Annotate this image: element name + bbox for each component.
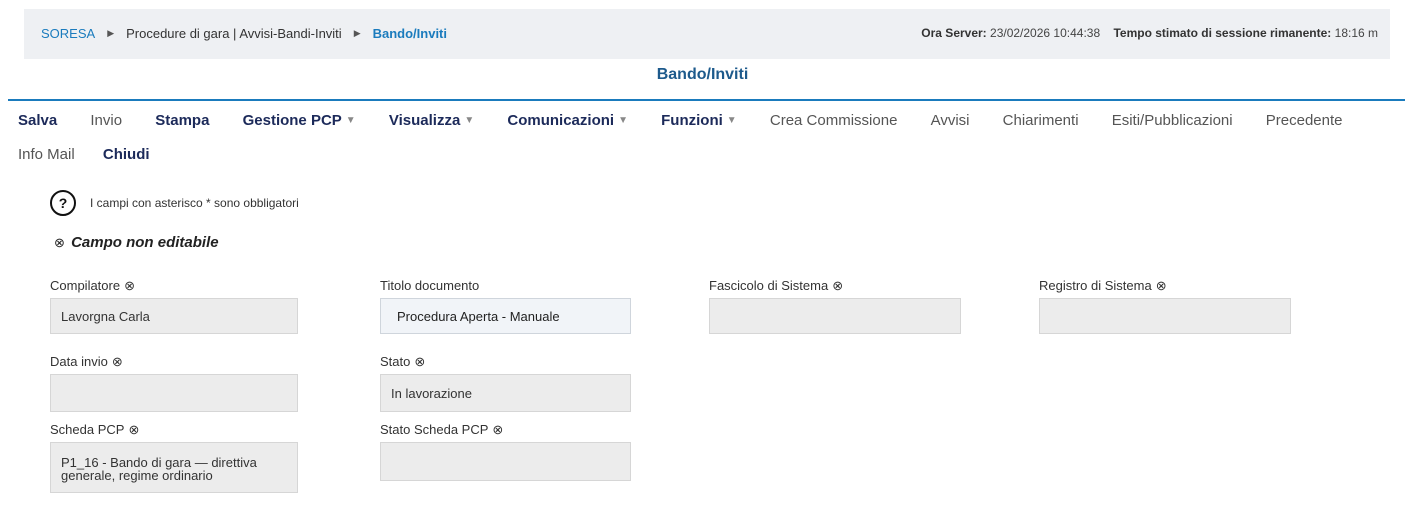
- menu-comunicazioni[interactable]: Comunicazioni ▼: [507, 112, 628, 129]
- fascicolo-label: Fascicolo di Sistema ⊗: [709, 278, 843, 294]
- breadcrumb-current: Bando/Inviti: [372, 26, 447, 41]
- menu-precedente[interactable]: Precedente: [1266, 112, 1343, 129]
- registro-label-text: Registro di Sistema: [1039, 278, 1152, 293]
- titolo-label: Titolo documento: [380, 278, 479, 293]
- menu-gestione-pcp-label: Gestione PCP: [242, 112, 342, 129]
- circle-x-icon: ⊗: [111, 354, 123, 369]
- stato-label-text: Stato: [380, 354, 411, 369]
- breadcrumb: SORESA ▶ Procedure di gara | Avvisi-Band…: [41, 26, 447, 41]
- menu-gestione-pcp[interactable]: Gestione PCP ▼: [243, 112, 356, 129]
- menu-info-mail[interactable]: Info Mail: [18, 146, 75, 163]
- breadcrumb-home[interactable]: SORESA: [41, 26, 95, 41]
- compilatore-label: Compilatore ⊗: [50, 278, 135, 294]
- circle-x-icon: ⊗: [124, 278, 135, 293]
- menu-chiarimenti[interactable]: Chiarimenti: [1003, 112, 1079, 129]
- circle-x-icon: ⊗: [832, 278, 844, 293]
- stato-label: Stato ⊗: [380, 354, 425, 370]
- toolbar-menu: Salva Invio Stampa Gestione PCP ▼ Visuali…: [18, 112, 1372, 129]
- caret-down-icon: ▼: [345, 115, 356, 126]
- menu-funzioni-label: Funzioni: [661, 112, 723, 129]
- fascicolo-field: [709, 298, 961, 334]
- circle-x-icon: ⊗: [414, 354, 426, 369]
- fascicolo-label-text: Fascicolo di Sistema: [709, 278, 829, 293]
- server-time-value: 23/02/2026 10:44:38: [990, 26, 1101, 40]
- top-bar: SORESA ▶ Procedure di gara | Avvisi-Band…: [24, 9, 1390, 59]
- chevron-right-icon: ▶: [107, 28, 115, 38]
- circle-x-icon: ⊗: [54, 235, 65, 250]
- titolo-label-text: Titolo documento: [380, 278, 480, 293]
- registro-field: [1039, 298, 1291, 334]
- breadcrumb-section[interactable]: Procedure di gara | Avvisi-Bandi-Inviti: [126, 26, 342, 41]
- page-title: Bando/Inviti: [656, 66, 749, 83]
- server-info: Ora Server: 23/02/2026 10:44:38 Tempo st…: [921, 26, 1378, 40]
- scheda-pcp-field: P1_16 - Bando di gara — direttiva genera…: [50, 442, 298, 493]
- menu-stampa[interactable]: Stampa: [155, 112, 209, 129]
- compilatore-field: Lavorgna Carla: [50, 298, 298, 334]
- toolbar-menu-row-2: Info Mail Chiudi: [18, 146, 179, 163]
- menu-esiti-pubblicazioni[interactable]: Esiti/Pubblicazioni: [1112, 112, 1233, 129]
- non-editable-legend-text: Campo non editabile: [71, 234, 219, 251]
- menu-invio[interactable]: Invio: [90, 112, 122, 129]
- caret-down-icon: ▼: [726, 115, 737, 126]
- registro-label: Registro di Sistema ⊗: [1039, 278, 1167, 294]
- data-invio-field: [50, 374, 298, 412]
- title-divider: [8, 99, 1405, 101]
- data-invio-label-text: Data invio: [50, 354, 108, 369]
- stato-field: In lavorazione: [380, 374, 631, 412]
- scheda-pcp-label-text: Scheda PCP: [50, 422, 125, 437]
- menu-comunicazioni-label: Comunicazioni: [507, 112, 615, 129]
- help-notice: ? I campi con asterisco * sono obbligato…: [50, 190, 299, 216]
- non-editable-legend: ⊗ Campo non editabile: [54, 234, 219, 251]
- scheda-pcp-label: Scheda PCP ⊗: [50, 422, 139, 438]
- menu-crea-commissione[interactable]: Crea Commissione: [770, 112, 898, 129]
- circle-x-icon: ⊗: [1155, 278, 1167, 293]
- menu-avvisi[interactable]: Avvisi: [931, 112, 970, 129]
- caret-down-icon: ▼: [464, 115, 475, 126]
- caret-down-icon: ▼: [618, 115, 628, 126]
- required-fields-note: I campi con asterisco * sono obbligatori: [90, 196, 299, 210]
- data-invio-label: Data invio ⊗: [50, 354, 123, 370]
- chevron-right-icon: ▶: [353, 28, 361, 38]
- menu-visualizza-label: Visualizza: [388, 112, 461, 129]
- server-time-label: Ora Server:: [921, 26, 987, 40]
- circle-x-icon: ⊗: [128, 422, 140, 437]
- menu-visualizza[interactable]: Visualizza ▼: [389, 112, 474, 129]
- stato-scheda-pcp-field: [380, 442, 631, 481]
- menu-funzioni[interactable]: Funzioni ▼: [661, 112, 737, 129]
- compilatore-label-text: Compilatore: [50, 278, 121, 293]
- session-value: 18:16 m: [1334, 26, 1378, 40]
- circle-x-icon: ⊗: [492, 422, 504, 437]
- menu-chiudi[interactable]: Chiudi: [103, 146, 150, 163]
- stato-scheda-pcp-label-text: Stato Scheda PCP: [380, 422, 489, 437]
- stato-scheda-pcp-label: Stato Scheda PCP ⊗: [380, 422, 503, 438]
- question-circle-icon[interactable]: ?: [50, 190, 76, 216]
- menu-salva[interactable]: Salva: [18, 112, 57, 129]
- session-label: Tempo stimato di sessione rimanente:: [1113, 26, 1332, 40]
- titolo-documento-field[interactable]: Procedura Aperta - Manuale: [380, 298, 631, 334]
